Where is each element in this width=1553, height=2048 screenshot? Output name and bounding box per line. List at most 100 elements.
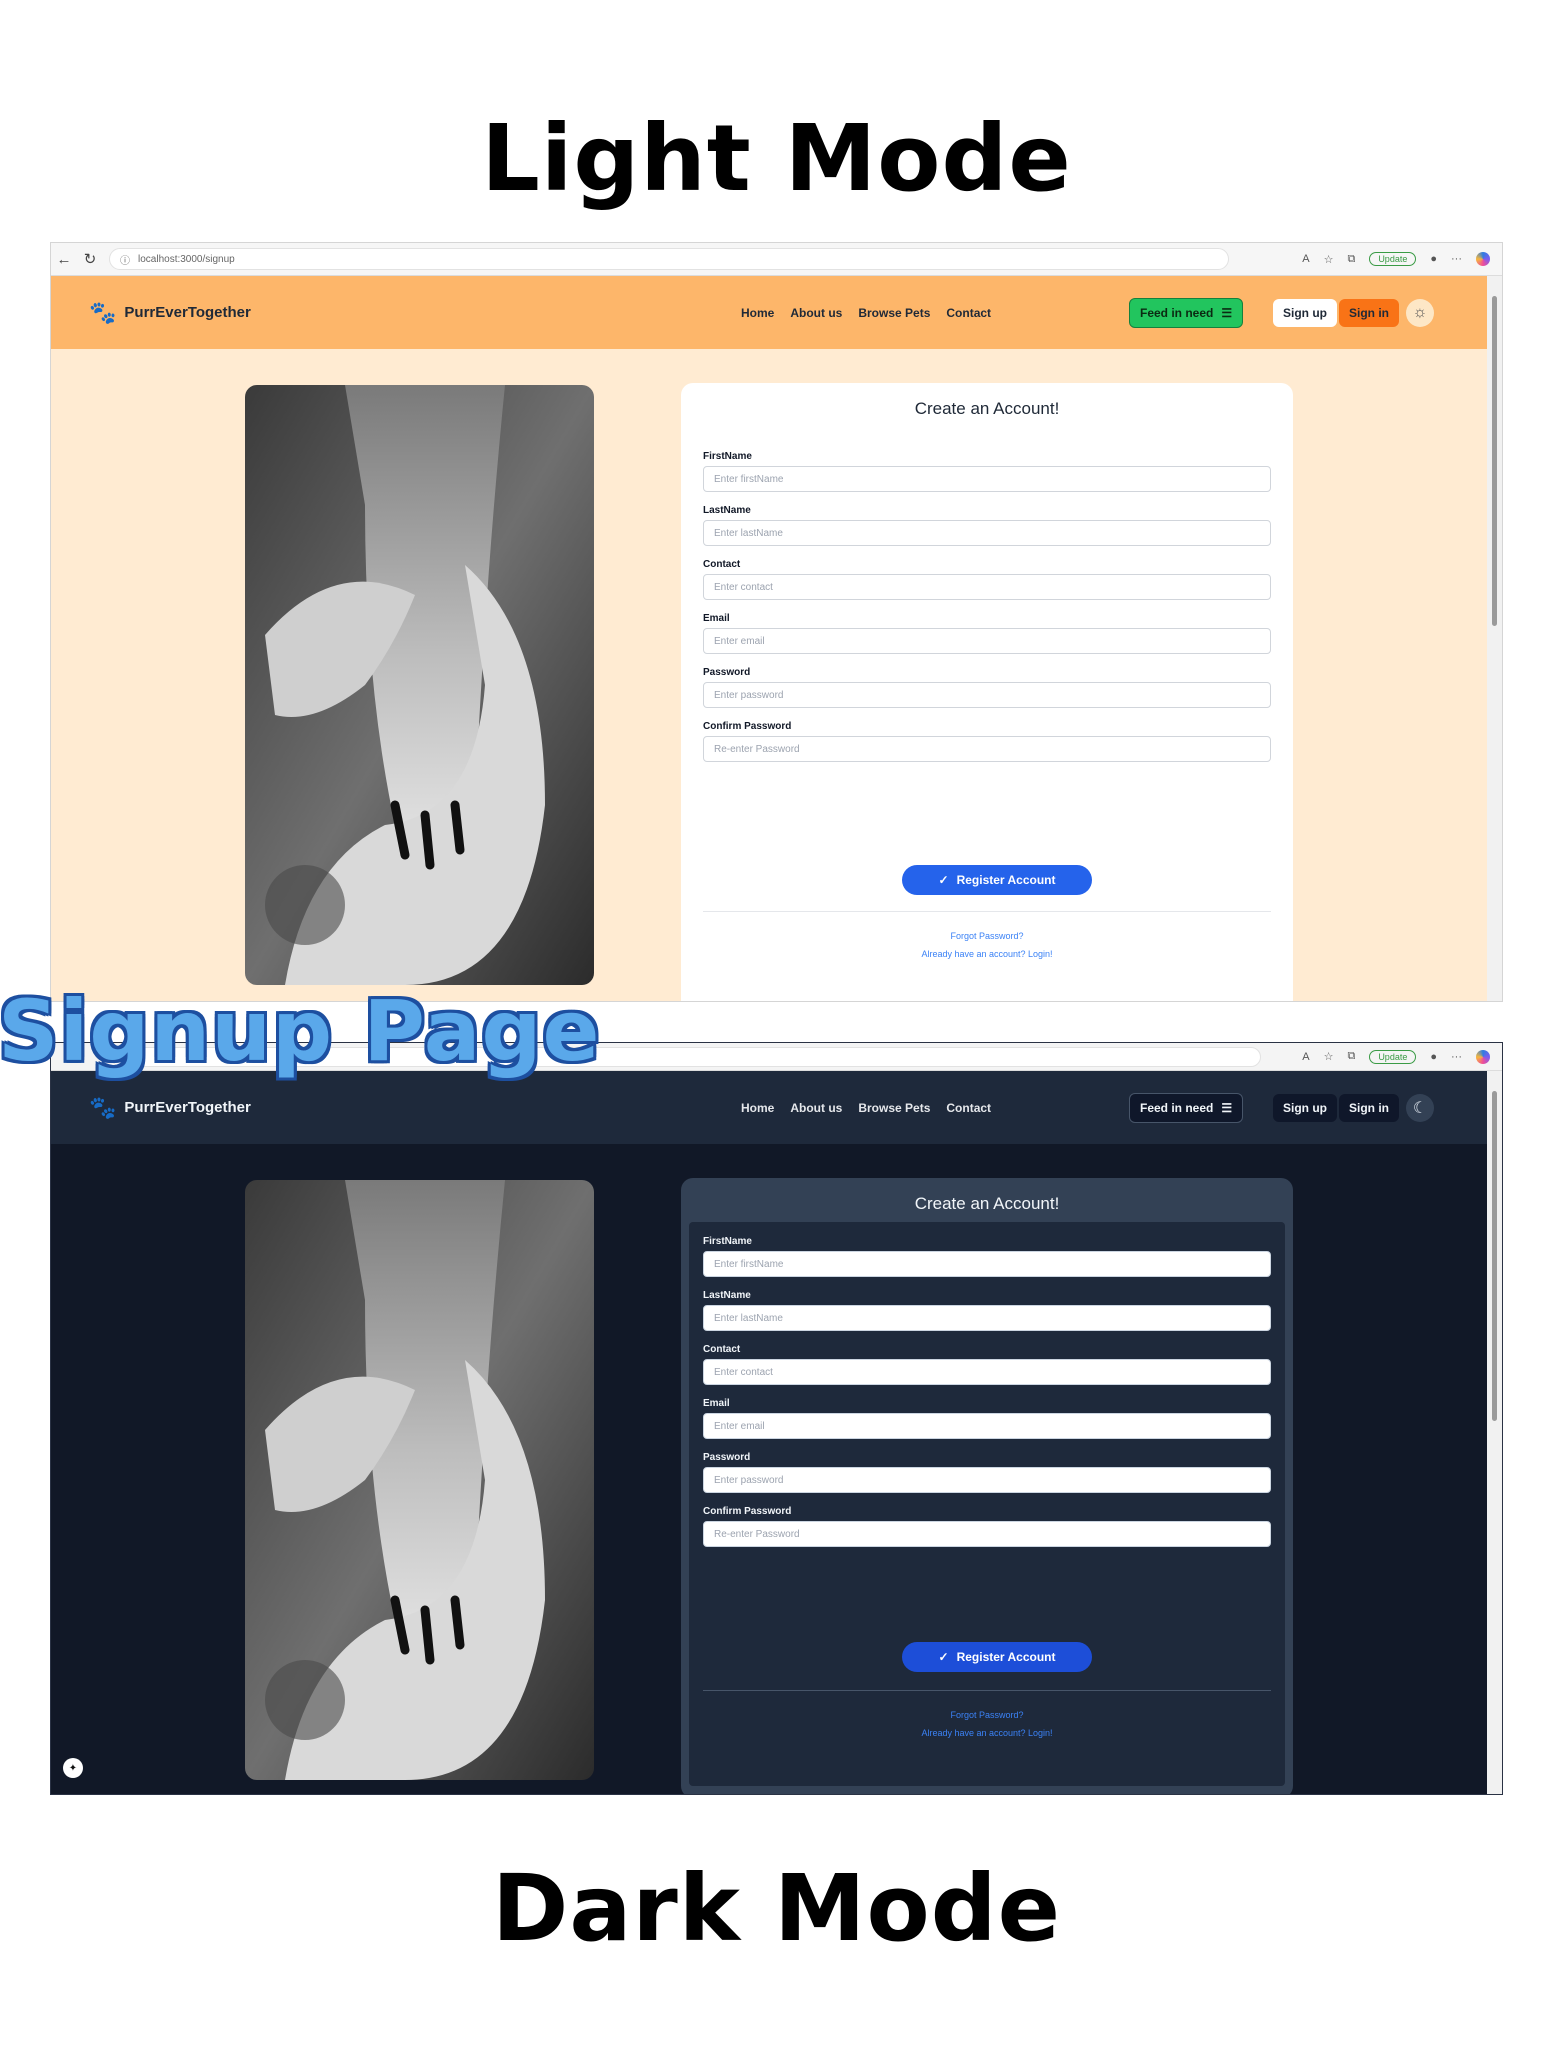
first-name-input[interactable]: Enter firstName	[703, 1251, 1271, 1277]
paw-logo-icon: 🐾	[89, 1094, 117, 1120]
login-link[interactable]: Already have an account? Login!	[689, 945, 1285, 963]
brand[interactable]: 🐾 PurrEverTogether	[89, 299, 251, 325]
copilot-icon[interactable]	[1476, 252, 1490, 266]
collections-icon[interactable]: ⧉	[1347, 1050, 1355, 1063]
password-label: Password	[703, 667, 751, 678]
contact-input[interactable]: Enter contact	[703, 1359, 1271, 1385]
password-input[interactable]: Enter password	[703, 682, 1271, 708]
confirm-password-label: Confirm Password	[703, 1506, 792, 1517]
divider	[703, 911, 1271, 912]
brand-name: PurrEverTogether	[124, 304, 251, 321]
nav-link-home[interactable]: Home	[741, 1101, 774, 1115]
last-name-label: LastName	[703, 505, 751, 516]
contact-label: Contact	[703, 1344, 741, 1355]
nav-link-browse-pets[interactable]: Browse Pets	[858, 306, 930, 320]
more-icon[interactable]: ···	[1451, 253, 1462, 265]
register-account-button[interactable]: ✓ Register Account	[902, 865, 1092, 895]
signup-form-card: Create an Account! FirstName Enter first…	[681, 383, 1293, 1001]
more-icon[interactable]: ···	[1451, 1051, 1462, 1063]
form-body: FirstName Enter firstName LastName Enter…	[689, 427, 1285, 1001]
bowl-icon: ☰	[1221, 1100, 1233, 1115]
sign-up-button[interactable]: Sign up	[1273, 298, 1337, 327]
bowl-icon: ☰	[1221, 305, 1233, 320]
feed-in-need-label: Feed in need	[1140, 1100, 1214, 1115]
read-aloud-icon[interactable]: A	[1302, 253, 1309, 265]
info-icon: ⓘ	[120, 255, 130, 267]
nav-link-contact[interactable]: Contact	[946, 1101, 991, 1115]
password-input[interactable]: Enter password	[703, 1467, 1271, 1493]
password-field: Password Enter password	[703, 1452, 1271, 1498]
refresh-icon[interactable]: ↻	[77, 250, 103, 268]
collections-icon[interactable]: ⧉	[1347, 253, 1355, 266]
check-icon: ✓	[938, 1650, 949, 1664]
assistant-icon[interactable]: ✦	[63, 1758, 83, 1778]
form-links: Forgot Password? Already have an account…	[689, 1706, 1285, 1742]
email-input[interactable]: Enter email	[703, 628, 1271, 654]
form-body: FirstName Enter firstName LastName Enter…	[689, 1222, 1285, 1786]
profile-icon[interactable]: ●	[1430, 1051, 1437, 1063]
forgot-password-link[interactable]: Forgot Password?	[689, 927, 1285, 945]
contact-field: Contact Enter contact	[703, 559, 1271, 605]
confirm-password-input[interactable]: Re-enter Password	[703, 736, 1271, 762]
back-icon[interactable]: ←	[51, 251, 77, 268]
feed-in-need-button[interactable]: Feed in need ☰	[1129, 297, 1244, 328]
login-link[interactable]: Already have an account? Login!	[689, 1724, 1285, 1742]
nav-link-contact[interactable]: Contact	[946, 306, 991, 320]
sign-in-button[interactable]: Sign in	[1339, 298, 1399, 327]
last-name-field: LastName Enter lastName	[703, 505, 1271, 551]
sign-in-button[interactable]: Sign in	[1339, 1093, 1399, 1122]
first-name-label: FirstName	[703, 1236, 752, 1247]
browser-toolbar: ← ↻ ⓘ localhost:3000/signup A ☆ ⧉ Update…	[51, 243, 1502, 276]
last-name-input[interactable]: Enter lastName	[703, 1305, 1271, 1331]
address-bar[interactable]: ⓘ localhost:3000/signup	[109, 248, 1229, 270]
page-body: Create an Account! FirstName Enter first…	[51, 349, 1489, 1001]
password-field: Password Enter password	[703, 667, 1271, 713]
site-navbar: 🐾 PurrEverTogether Home About us Browse …	[51, 276, 1502, 349]
register-account-button[interactable]: ✓ Register Account	[902, 1642, 1092, 1672]
url-text: localhost:3000/signup	[138, 253, 235, 265]
nav-links: Home About us Browse Pets Contact	[741, 306, 991, 320]
dark-mode-heading: Dark Mode	[491, 1855, 1062, 1962]
divider	[703, 1690, 1271, 1691]
last-name-input[interactable]: Enter lastName	[703, 520, 1271, 546]
brand[interactable]: 🐾 PurrEverTogether	[89, 1094, 251, 1120]
update-button[interactable]: Update	[1369, 1049, 1417, 1064]
form-title: Create an Account!	[914, 1194, 1060, 1213]
first-name-input[interactable]: Enter firstName	[703, 466, 1271, 492]
signup-form-card: Create an Account! FirstName Enter first…	[681, 1178, 1293, 1794]
profile-icon[interactable]: ●	[1430, 253, 1437, 265]
update-button[interactable]: Update	[1369, 252, 1417, 266]
scrollbar[interactable]	[1487, 1071, 1502, 1794]
favorite-icon[interactable]: ☆	[1324, 253, 1334, 266]
nav-link-browse-pets[interactable]: Browse Pets	[858, 1101, 930, 1115]
email-field: Email Enter email	[703, 1398, 1271, 1444]
sign-up-button[interactable]: Sign up	[1273, 1093, 1337, 1122]
moon-icon[interactable]: ☾	[1406, 1093, 1434, 1122]
nav-links: Home About us Browse Pets Contact	[741, 1101, 991, 1115]
confirm-password-label: Confirm Password	[703, 721, 792, 732]
contact-label: Contact	[703, 559, 741, 570]
dark-mode-screenshot: A ☆ ⧉ Update ● ··· 🐾 PurrEverTogether Ho…	[50, 1042, 1503, 1795]
forgot-password-link[interactable]: Forgot Password?	[689, 1706, 1285, 1724]
hand-and-paw-photo	[245, 385, 594, 985]
nav-link-home[interactable]: Home	[741, 306, 774, 320]
favorite-icon[interactable]: ☆	[1324, 1050, 1334, 1063]
copilot-icon[interactable]	[1476, 1049, 1490, 1064]
nav-link-about[interactable]: About us	[790, 306, 842, 320]
feed-in-need-label: Feed in need	[1140, 305, 1214, 320]
scrollbar[interactable]	[1487, 276, 1502, 1001]
email-input[interactable]: Enter email	[703, 1413, 1271, 1439]
contact-field: Contact Enter contact	[703, 1344, 1271, 1390]
register-account-label: Register Account	[956, 1650, 1056, 1664]
check-icon: ✓	[938, 873, 949, 887]
feed-in-need-button[interactable]: Feed in need ☰	[1129, 1092, 1244, 1123]
last-name-field: LastName Enter lastName	[703, 1290, 1271, 1336]
first-name-label: FirstName	[703, 451, 752, 462]
read-aloud-icon[interactable]: A	[1302, 1051, 1309, 1063]
nav-link-about[interactable]: About us	[790, 1101, 842, 1115]
sun-icon[interactable]: ☼	[1406, 298, 1434, 327]
light-mode-heading: Light Mode	[481, 105, 1072, 212]
contact-input[interactable]: Enter contact	[703, 574, 1271, 600]
paw-logo-icon: 🐾	[89, 299, 117, 325]
confirm-password-input[interactable]: Re-enter Password	[703, 1521, 1271, 1547]
